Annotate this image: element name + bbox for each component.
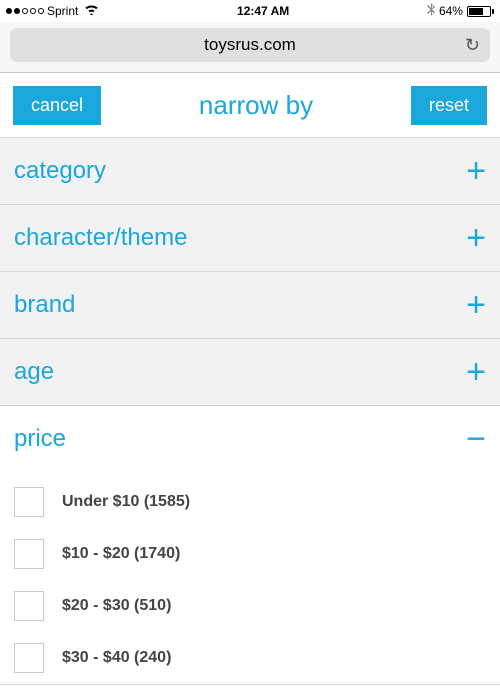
option-label: $10 - $20 (1740) xyxy=(62,545,180,563)
expand-icon: + xyxy=(466,355,486,389)
expand-icon: + xyxy=(466,154,486,188)
status-left: Sprint xyxy=(6,4,99,18)
facet-label: brand xyxy=(14,291,75,319)
expand-icon: + xyxy=(466,221,486,255)
checkbox[interactable] xyxy=(14,539,44,569)
bluetooth-icon xyxy=(427,3,435,19)
status-bar: Sprint 12:47 AM 64% xyxy=(0,0,500,22)
clock: 12:47 AM xyxy=(237,4,289,18)
facet-label: price xyxy=(14,425,66,453)
battery-percent: 64% xyxy=(439,4,463,18)
facet-label: age xyxy=(14,358,54,386)
checkbox[interactable] xyxy=(14,591,44,621)
status-right: 64% xyxy=(427,3,494,19)
facet-label: category xyxy=(14,157,106,185)
filter-option[interactable]: $30 - $40 (240) xyxy=(14,632,486,684)
checkbox[interactable] xyxy=(14,487,44,517)
url-domain: toysrus.com xyxy=(204,35,296,55)
facet-header-age[interactable]: age + xyxy=(0,339,500,405)
filter-option[interactable]: Under $10 (1585) xyxy=(14,476,486,528)
option-label: Under $10 (1585) xyxy=(62,493,190,511)
page-title: narrow by xyxy=(199,90,313,121)
carrier-label: Sprint xyxy=(47,4,78,18)
filter-option[interactable]: $20 - $30 (510) xyxy=(14,580,486,632)
expand-icon: + xyxy=(466,288,486,322)
signal-strength-icon xyxy=(6,8,44,14)
facet-header-price[interactable]: price − xyxy=(0,406,500,472)
battery-icon xyxy=(467,6,494,17)
action-bar: cancel narrow by reset xyxy=(0,73,500,138)
url-field[interactable]: toysrus.com ↻ xyxy=(10,28,490,62)
wifi-icon xyxy=(84,4,99,18)
facet-header-brand[interactable]: brand + xyxy=(0,272,500,338)
filter-option[interactable]: $10 - $20 (1740) xyxy=(14,528,486,580)
option-label: $30 - $40 (240) xyxy=(62,649,171,667)
facet-label: character/theme xyxy=(14,224,187,252)
cancel-button[interactable]: cancel xyxy=(13,86,101,125)
reload-icon[interactable]: ↻ xyxy=(465,35,480,56)
browser-url-bar: toysrus.com ↻ xyxy=(0,22,500,73)
collapse-icon: − xyxy=(466,422,486,456)
reset-button[interactable]: reset xyxy=(411,86,487,125)
facet-header-category[interactable]: category + xyxy=(0,138,500,204)
option-label: $20 - $30 (510) xyxy=(62,597,171,615)
facet-header-charactertheme[interactable]: character/theme + xyxy=(0,205,500,271)
checkbox[interactable] xyxy=(14,643,44,673)
